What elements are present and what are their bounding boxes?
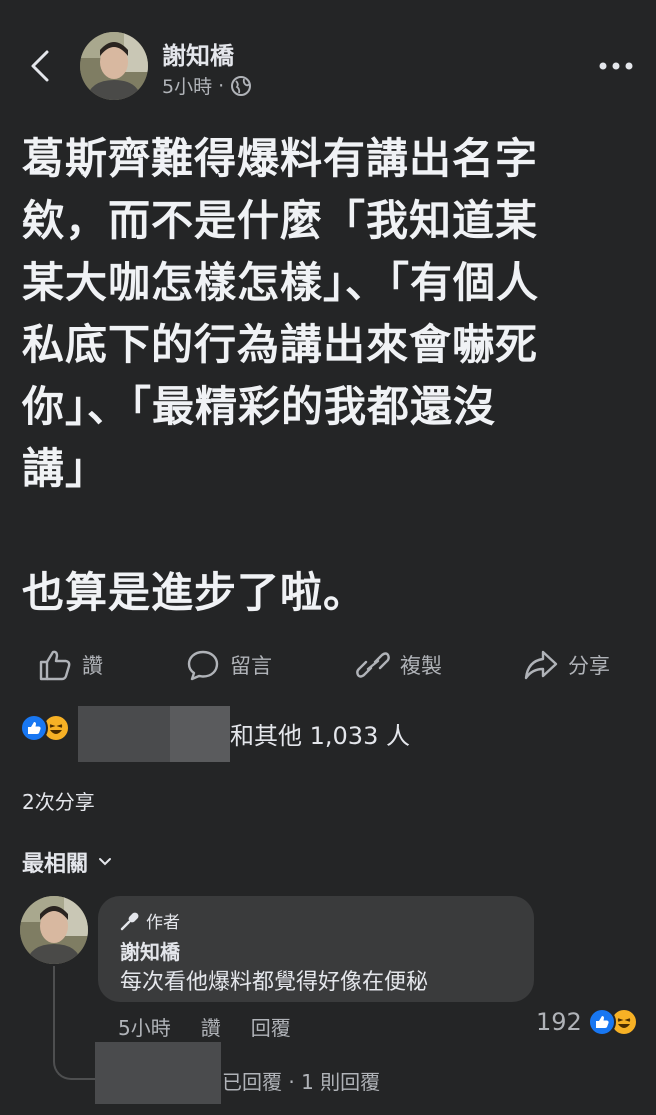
author-badge: 作者 [120,908,180,933]
action-bar: 讚 留言 複製 分享 [0,640,656,690]
post-line: 講」 [22,444,109,493]
more-dots-icon [599,62,633,70]
reaction-count[interactable]: 和其他 1,033 人 [230,716,410,751]
comment-label: 留言 [230,654,272,678]
post-closing-line: 也算是進步了啦。 [22,568,367,617]
comment-button[interactable]: 留言 [186,640,272,690]
post-line: 你」、「最精彩的我都還沒 [22,382,497,431]
globe-icon [231,75,252,96]
copy-button[interactable]: 複製 [356,640,442,690]
post-meta: 5小時 · [162,72,252,99]
share-button[interactable]: 分享 [524,640,610,690]
reaction-icons[interactable] [20,714,70,742]
comment-reaction-count: 192 [536,1008,582,1036]
like-label: 讚 [82,654,103,678]
post-line: 欸，而不是什麼「我知道某 [22,196,539,245]
share-label: 分享 [568,654,610,678]
share-arrow-icon [524,650,558,680]
author-badge-label: 作者 [146,913,180,933]
comment-sort-dropdown[interactable]: 最相關 [22,846,112,878]
more-options-button[interactable] [596,52,636,80]
view-replies-link[interactable]: 已回覆 · 1 則回覆 [222,1066,380,1095]
comment-bubble[interactable]: 作者 謝知橋 每次看他爆料都覺得好像在便秘 [98,896,534,1002]
comment-bubble-icon [187,650,219,681]
reply-thread-line [53,966,95,1080]
meta-separator: · [218,74,225,97]
like-reaction-icon [20,714,48,742]
like-reaction-icon [587,1008,616,1036]
post-time[interactable]: 5小時 [162,72,212,99]
post-line: 葛斯齊難得爆料有講出名字 [22,134,539,183]
redacted-replier [95,1042,221,1104]
comment-meta: 5小時 讚 回覆 [118,1012,291,1041]
redacted-names [78,706,170,762]
back-button[interactable] [20,44,60,88]
sort-label: 最相關 [22,852,89,877]
post-text: 葛斯齊難得爆料有講出名字 欸，而不是什麼「我知道某 某大咖怎樣怎樣」、「有個人 … [22,128,642,624]
microphone-icon [120,912,139,930]
redacted-names [170,706,230,762]
copy-label: 複製 [400,654,442,678]
comment-reactions[interactable]: 192 [536,1008,638,1036]
comment-like-button[interactable]: 讚 [201,1012,221,1041]
link-icon [356,652,390,678]
comment-text: 每次看他爆料都覺得好像在便秘 [120,970,429,995]
comment-time[interactable]: 5小時 [118,1012,171,1041]
comment-reply-button[interactable]: 回覆 [251,1012,291,1041]
author-name[interactable]: 謝知橋 [162,36,234,71]
chevron-left-icon [31,50,49,82]
chevron-down-icon [99,858,112,866]
commenter-avatar[interactable] [20,896,88,964]
post-line: 私底下的行為講出來會嚇死 [22,320,539,369]
author-avatar[interactable] [80,32,148,100]
share-count[interactable]: 2次分享 [22,786,95,815]
thumbs-up-icon [39,650,71,681]
post-line: 某大咖怎樣怎樣」、「有個人 [22,258,540,307]
like-button[interactable]: 讚 [38,640,103,690]
commenter-name[interactable]: 謝知橋 [120,936,180,965]
